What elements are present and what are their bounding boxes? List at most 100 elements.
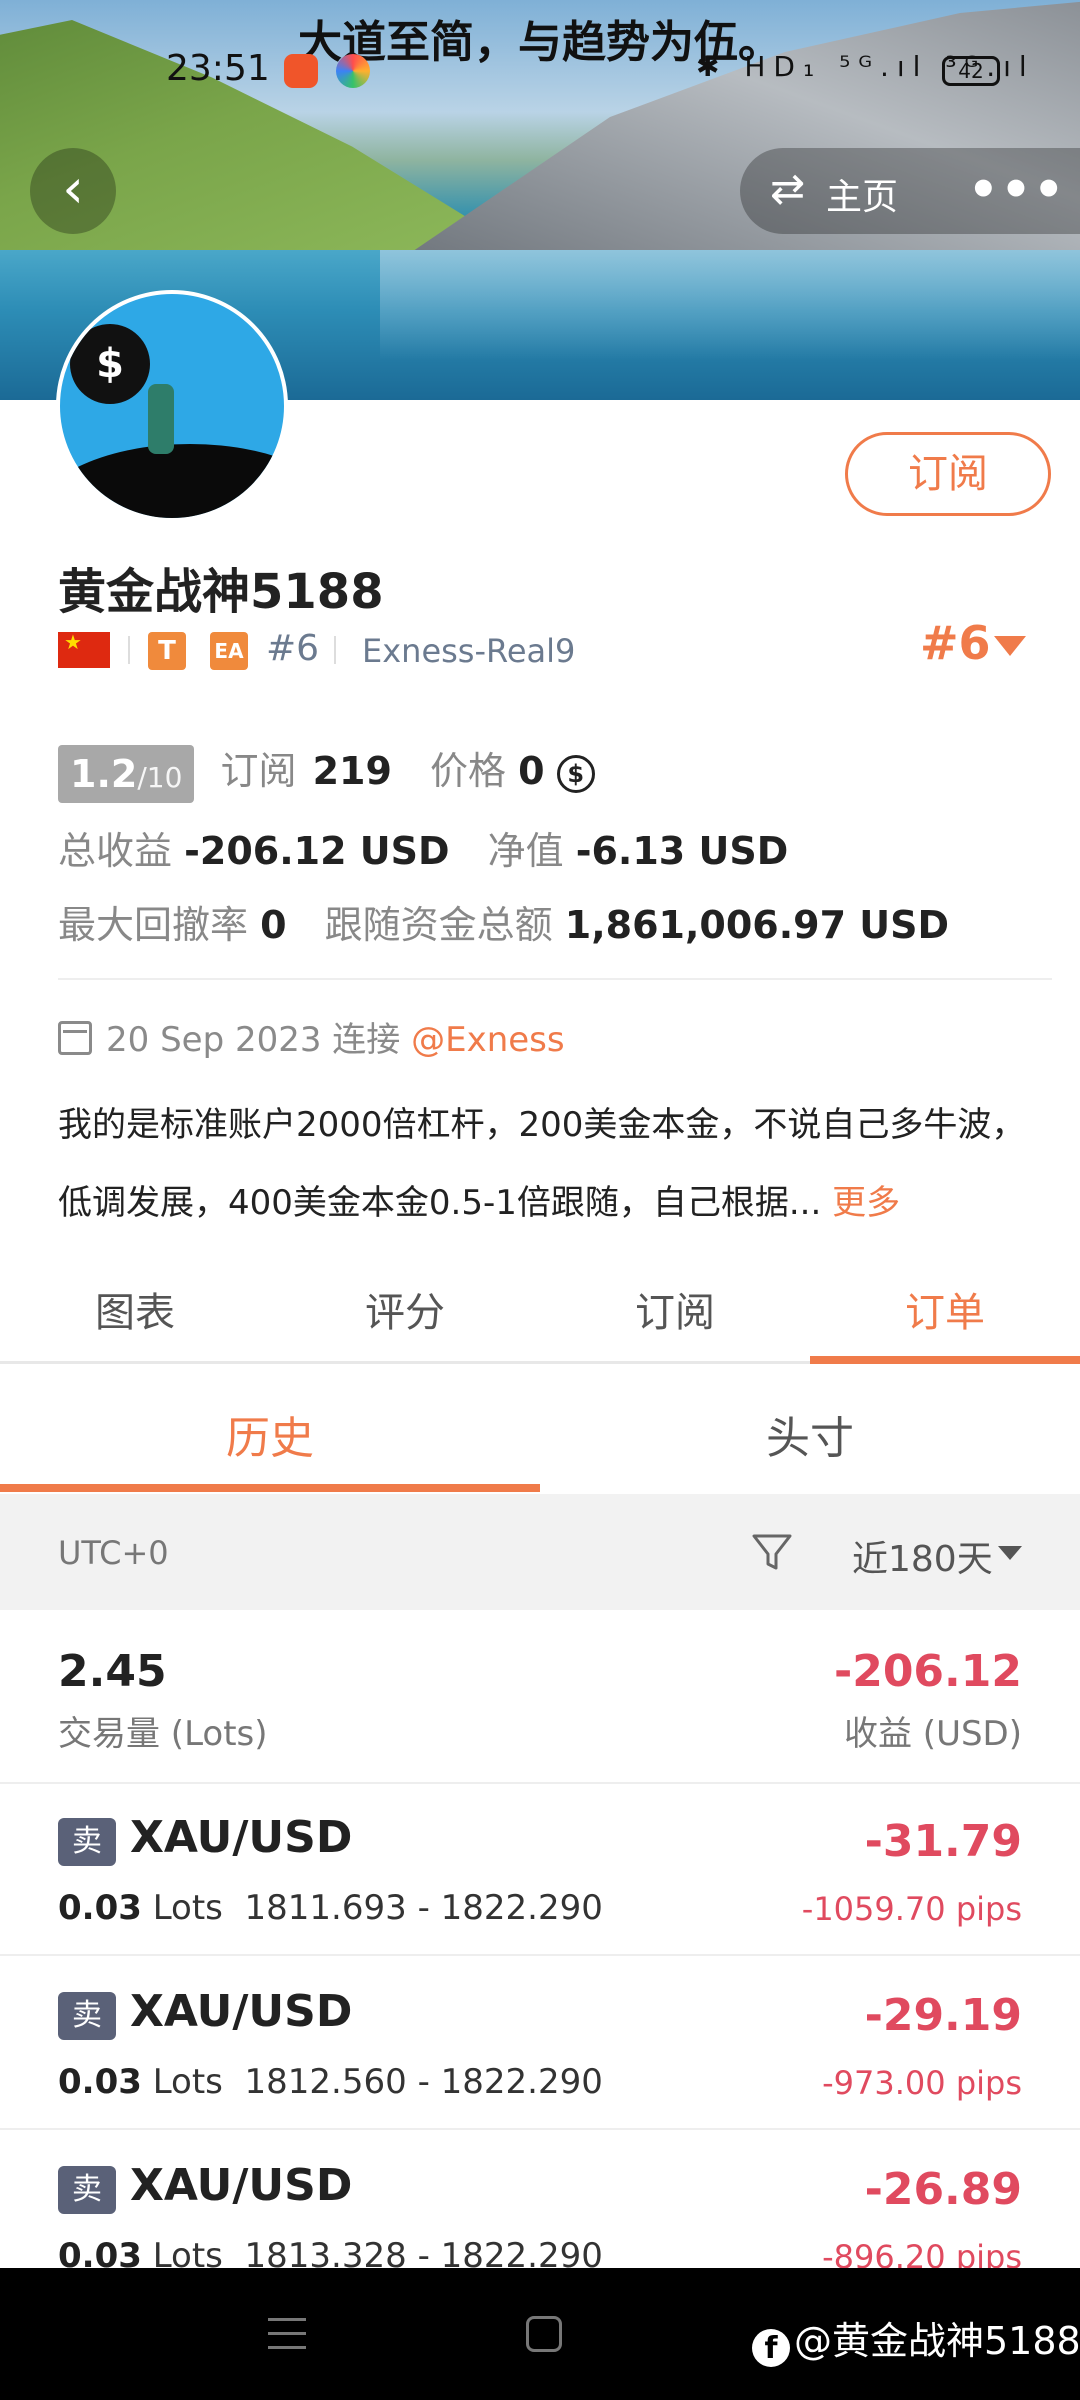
score-value: 1.2 xyxy=(70,751,138,796)
watermark: f @黄金战神5188 xyxy=(752,2310,1080,2367)
home-label: 主页 xyxy=(826,177,899,218)
total-profit-value: -206.12 USD xyxy=(184,829,450,873)
score-badge: 1.2/10 xyxy=(58,744,195,803)
order-profit: -29.19 xyxy=(864,1990,1022,2041)
top-nav: ‹ ⇄ 主页 ••• xyxy=(0,140,1080,240)
connect-date: 20 Sep 2023 连接 xyxy=(106,1020,401,1060)
orders-summary: 2.45 交易量 (Lots) -206.12 收益 (USD) xyxy=(0,1610,1080,1784)
tab-orders[interactable]: 订单 xyxy=(810,1280,1080,1338)
caret-down-icon[interactable] xyxy=(998,1546,1022,1560)
notification-app2-icon xyxy=(336,54,370,88)
order-lots-unit: Lots xyxy=(152,1888,223,1928)
follow-value: 1,861,006.97 USD xyxy=(564,903,950,947)
score-max: /10 xyxy=(137,760,183,794)
subscribe-count: 219 xyxy=(312,749,392,793)
rank-tag: #6 xyxy=(266,628,320,669)
order-symbol: XAU/USD xyxy=(130,1986,353,2037)
order-detail: 0.03 Lots 1812.560 - 1822.290 xyxy=(58,2062,603,2102)
order-pips: -973.00 pips xyxy=(822,2064,1022,2102)
subscribe-button[interactable]: 订阅 xyxy=(845,432,1051,516)
sub-tab-indicator xyxy=(0,1484,540,1492)
broker-link[interactable]: @Exness xyxy=(411,1020,565,1060)
sell-badge: 卖 xyxy=(58,2166,116,2214)
tag-t-badge: T xyxy=(148,632,186,670)
timezone-label: UTC+0 xyxy=(58,1534,169,1572)
tab-history[interactable]: 历史 xyxy=(0,1402,540,1466)
tab-indicator xyxy=(810,1356,1080,1364)
total-lots: 2.45 xyxy=(58,1646,167,1697)
tag-separator xyxy=(334,636,336,664)
china-flag-icon: ★ xyxy=(58,632,110,668)
menu-icon[interactable] xyxy=(268,2318,306,2352)
order-row[interactable]: 卖 XAU/USD 0.03 Lots 1811.693 - 1822.290 … xyxy=(0,1784,1080,1956)
more-options-icon[interactable]: ••• xyxy=(968,162,1066,218)
filter-bar: UTC+0 近180天 xyxy=(0,1494,1080,1610)
avatar-figure xyxy=(148,384,174,454)
connect-info: 20 Sep 2023 连接 @Exness xyxy=(58,1012,565,1061)
order-lots: 0.03 xyxy=(58,2062,142,2102)
sell-badge: 卖 xyxy=(58,1818,116,1866)
server-name: Exness-Real9 xyxy=(362,632,576,670)
divider xyxy=(58,978,1052,980)
order-lots: 0.03 xyxy=(58,2236,142,2268)
order-price-range: 1811.693 - 1822.290 xyxy=(244,1888,603,1928)
status-time: 23:51 xyxy=(166,48,270,89)
battery-icon: 42 xyxy=(942,56,1000,86)
order-pips: -1059.70 pips xyxy=(801,1890,1022,1928)
sell-badge: 卖 xyxy=(58,1992,116,2040)
back-button[interactable]: ‹ xyxy=(30,148,116,234)
tag-separator xyxy=(128,636,130,664)
orders-list: 卖 XAU/USD 0.03 Lots 1811.693 - 1822.290 … xyxy=(0,1784,1080,2268)
order-profit: -26.89 xyxy=(864,2164,1022,2215)
order-price-range: 1813.328 - 1822.290 xyxy=(244,2236,603,2268)
order-symbol: XAU/USD xyxy=(130,2160,353,2211)
coin-icon: $ xyxy=(556,754,595,793)
tab-chart[interactable]: 图表 xyxy=(0,1280,270,1338)
net-label: 净值 xyxy=(487,829,564,873)
price-value: 0 xyxy=(518,749,545,793)
sub-tabs: 历史 头寸 xyxy=(0,1364,1080,1494)
total-lots-label: 交易量 (Lots) xyxy=(58,1714,268,1754)
dollar-ball-icon: $ xyxy=(70,324,150,404)
trader-tags: ★ T EA #6 Exness-Real9 xyxy=(58,628,1058,672)
order-price-range: 1812.560 - 1822.290 xyxy=(244,2062,603,2102)
trader-name: 黄金战神5188 xyxy=(58,564,384,620)
tab-rating[interactable]: 评分 xyxy=(270,1280,540,1338)
order-pips: -896.20 pips xyxy=(822,2238,1022,2268)
stats-row-2: 总收益 -206.12 USD 净值 -6.13 USD xyxy=(58,820,788,875)
total-profit-label: 收益 (USD) xyxy=(844,1714,1022,1754)
subscribe-count-label: 订阅 xyxy=(220,749,297,793)
description: 我的是标准账户2000倍杠杆，200美金本金，不说自己多牛波，低调发展，400美… xyxy=(58,1086,1048,1242)
filter-icon[interactable] xyxy=(750,1530,794,1574)
avatar[interactable]: $ xyxy=(56,290,288,522)
facebook-icon: f xyxy=(752,2329,790,2367)
order-symbol: XAU/USD xyxy=(130,1812,353,1863)
drawdown-label: 最大回撤率 xyxy=(58,903,249,947)
order-detail: 0.03 Lots 1811.693 - 1822.290 xyxy=(58,1888,603,1928)
tab-subscribe[interactable]: 订阅 xyxy=(540,1280,810,1338)
price-label: 价格 xyxy=(430,749,507,793)
calendar-icon xyxy=(58,1021,92,1055)
swap-icon: ⇄ xyxy=(770,164,806,213)
system-nav-bar: f @黄金战神5188 xyxy=(0,2268,1080,2400)
stats-row-3: 最大回撤率 0 跟随资金总额 1,861,006.97 USD xyxy=(58,894,949,949)
caret-down-icon[interactable] xyxy=(994,636,1026,656)
main-tabs: 图表 评分 订阅 订单 xyxy=(0,1258,1080,1364)
avatar-hill xyxy=(60,444,284,518)
home-icon[interactable] xyxy=(526,2316,562,2352)
total-profit-label: 总收益 xyxy=(58,829,173,873)
drawdown-value: 0 xyxy=(260,903,287,947)
date-range-select[interactable]: 近180天 xyxy=(852,1530,993,1582)
order-lots-unit: Lots xyxy=(152,2236,223,2268)
rank-dropdown[interactable]: #6 xyxy=(920,616,991,670)
notification-app-icon xyxy=(284,54,318,88)
order-lots-unit: Lots xyxy=(152,2062,223,2102)
status-bar: 大道至简，与趋势为伍。 23:51 ✱ HD₁ ⁵ᴳ.ıl ³ᴳ.ıl 42 xyxy=(0,0,1080,140)
order-profit: -31.79 xyxy=(864,1816,1022,1867)
follow-label: 跟随资金总额 xyxy=(324,903,553,947)
tag-ea-badge: EA xyxy=(210,632,248,670)
order-row[interactable]: 卖 XAU/USD 0.03 Lots 1813.328 - 1822.290 … xyxy=(0,2132,1080,2268)
tab-positions[interactable]: 头寸 xyxy=(540,1402,1080,1466)
more-link[interactable]: 更多 xyxy=(832,1183,900,1223)
order-row[interactable]: 卖 XAU/USD 0.03 Lots 1812.560 - 1822.290 … xyxy=(0,1958,1080,2130)
